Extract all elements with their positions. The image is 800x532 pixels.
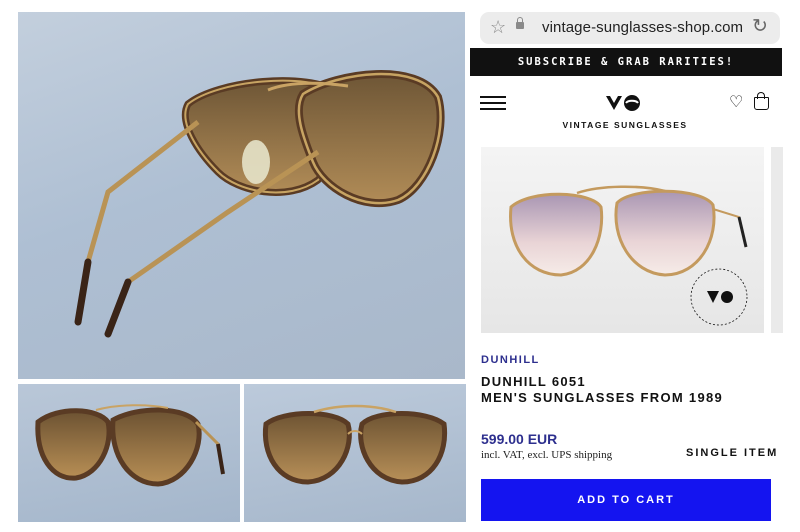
hamburger-icon[interactable]	[480, 96, 506, 110]
shopping-bag-icon[interactable]	[754, 92, 769, 110]
aviator-sunglasses-angle-image	[35, 404, 225, 487]
aviator-sunglasses-side-image	[74, 70, 445, 338]
heart-icon[interactable]: ♡	[729, 94, 743, 112]
pink-gradient-sunglasses-image	[509, 185, 748, 326]
product-title-line1: DUNHILL 6051	[481, 374, 586, 389]
promo-banner[interactable]: SUBSCRIBE & GRAB RARITIES!	[470, 48, 782, 76]
aviator-sunglasses-front-image	[262, 404, 448, 485]
product-photo-main	[18, 12, 465, 379]
brand-logo[interactable]	[604, 92, 644, 114]
mobile-shop-page: ☆ vintage-sunglasses-shop.com ↻ SUBSCRIB…	[470, 0, 800, 532]
lock-icon	[516, 17, 524, 29]
product-title-line2: MEN'S SUNGLASSES FROM 1989	[481, 390, 724, 405]
brand-name: VINTAGE SUNGLASSES	[562, 120, 688, 130]
add-to-cart-button[interactable]: ADD TO CART	[481, 479, 771, 521]
browser-address-bar[interactable]: ☆ vintage-sunglasses-shop.com ↻	[480, 12, 780, 44]
next-gallery-image[interactable]	[771, 147, 783, 333]
product-gallery-image[interactable]	[481, 147, 764, 333]
url-text[interactable]: vintage-sunglasses-shop.com	[542, 19, 743, 36]
product-price: 599.00 EUR	[481, 431, 558, 447]
product-photo-front	[244, 384, 466, 522]
product-brand-link[interactable]: DUNHILL	[481, 354, 540, 366]
reload-icon[interactable]: ↻	[752, 17, 768, 37]
star-icon[interactable]: ☆	[490, 17, 506, 37]
tax-note: incl. VAT, excl. UPS shipping	[481, 449, 613, 461]
availability-label: SINGLE ITEM	[686, 447, 779, 459]
product-photo-three-quarter	[18, 384, 240, 522]
